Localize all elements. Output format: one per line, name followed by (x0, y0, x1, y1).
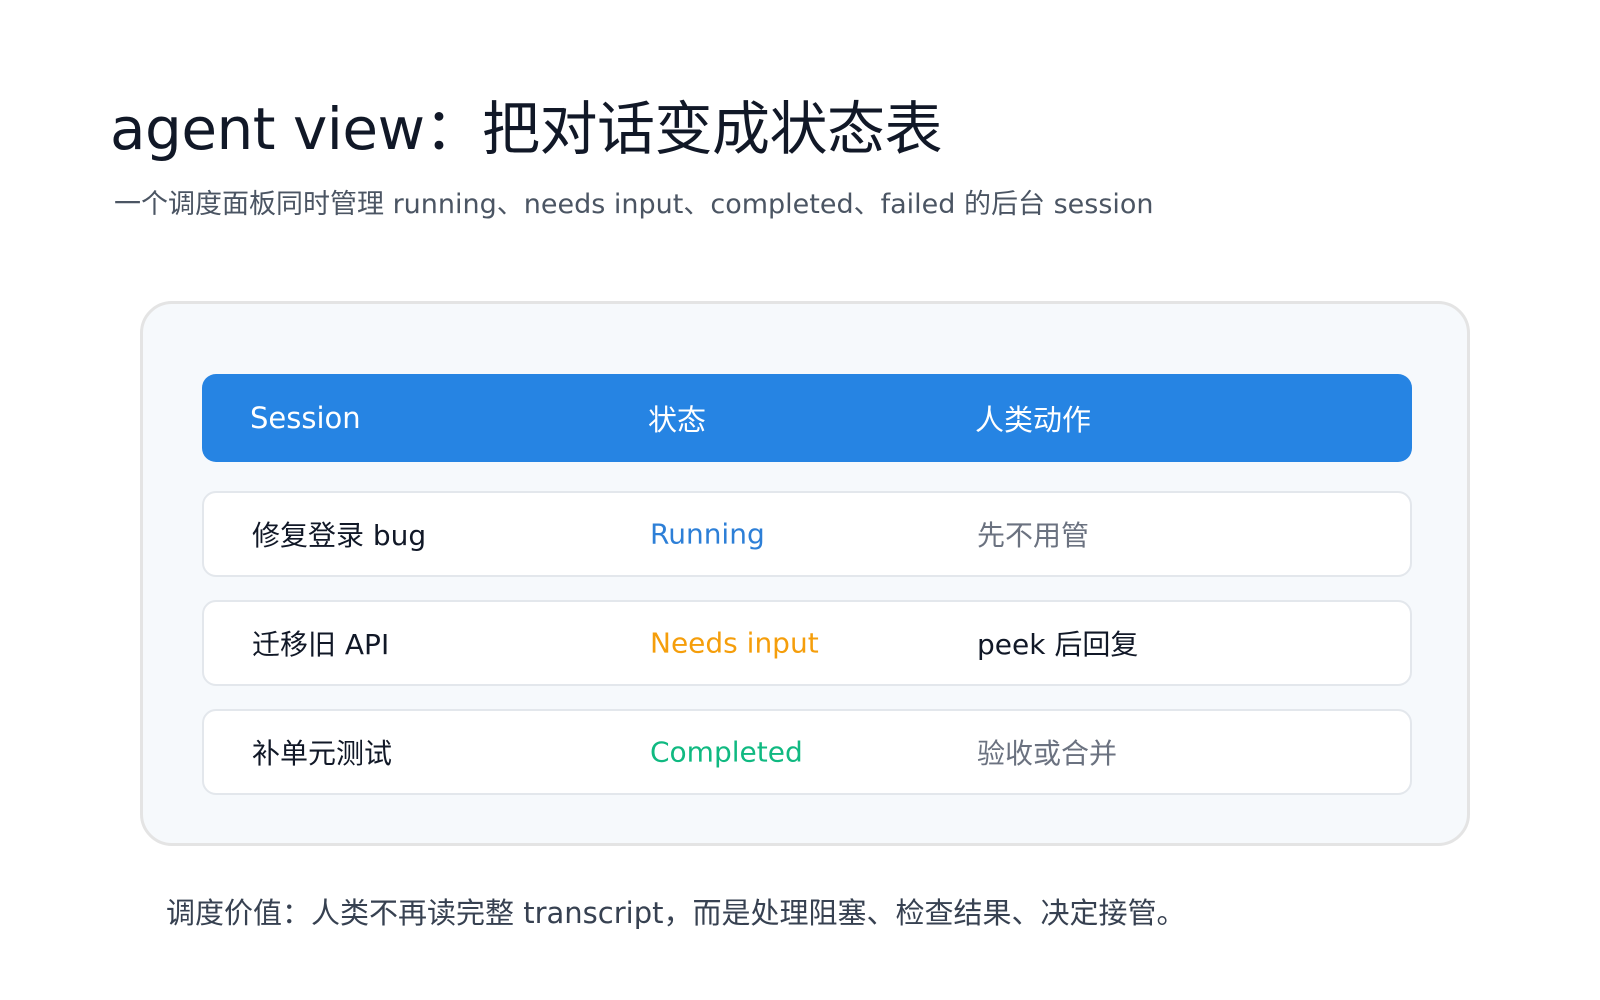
table-header: Session 状态 人类动作 (202, 374, 1412, 462)
session-status-panel: Session 状态 人类动作 修复登录 bug Running 先不用管 迁移… (140, 301, 1470, 846)
table-row[interactable]: 修复登录 bug Running 先不用管 (202, 491, 1412, 577)
page-subtitle: 一个调度面板同时管理 running、needs input、completed… (114, 189, 1154, 220)
human-action: peek 后回复 (977, 628, 1139, 661)
table-row[interactable]: 迁移旧 API Needs input peek 后回复 (202, 600, 1412, 686)
human-action: 验收或合并 (977, 737, 1118, 770)
session-name: 迁移旧 API (252, 628, 390, 661)
column-header-human-action: 人类动作 (975, 403, 1092, 437)
column-header-status: 状态 (648, 403, 707, 437)
status-completed: Completed (650, 735, 803, 769)
session-name: 补单元测试 (252, 737, 393, 770)
human-action: 先不用管 (977, 519, 1090, 552)
session-name: 修复登录 bug (252, 519, 427, 552)
agent-view-slide: agent view：把对话变成状态表 一个调度面板同时管理 running、n… (0, 0, 1600, 1000)
status-running: Running (650, 517, 765, 551)
status-needs-input: Needs input (650, 626, 819, 660)
footer-note: 调度价值：人类不再读完整 transcript，而是处理阻塞、检查结果、决定接管… (166, 896, 1186, 930)
table-row[interactable]: 补单元测试 Completed 验收或合并 (202, 709, 1412, 795)
column-header-session: Session (250, 401, 361, 435)
page-title: agent view：把对话变成状态表 (110, 95, 943, 163)
